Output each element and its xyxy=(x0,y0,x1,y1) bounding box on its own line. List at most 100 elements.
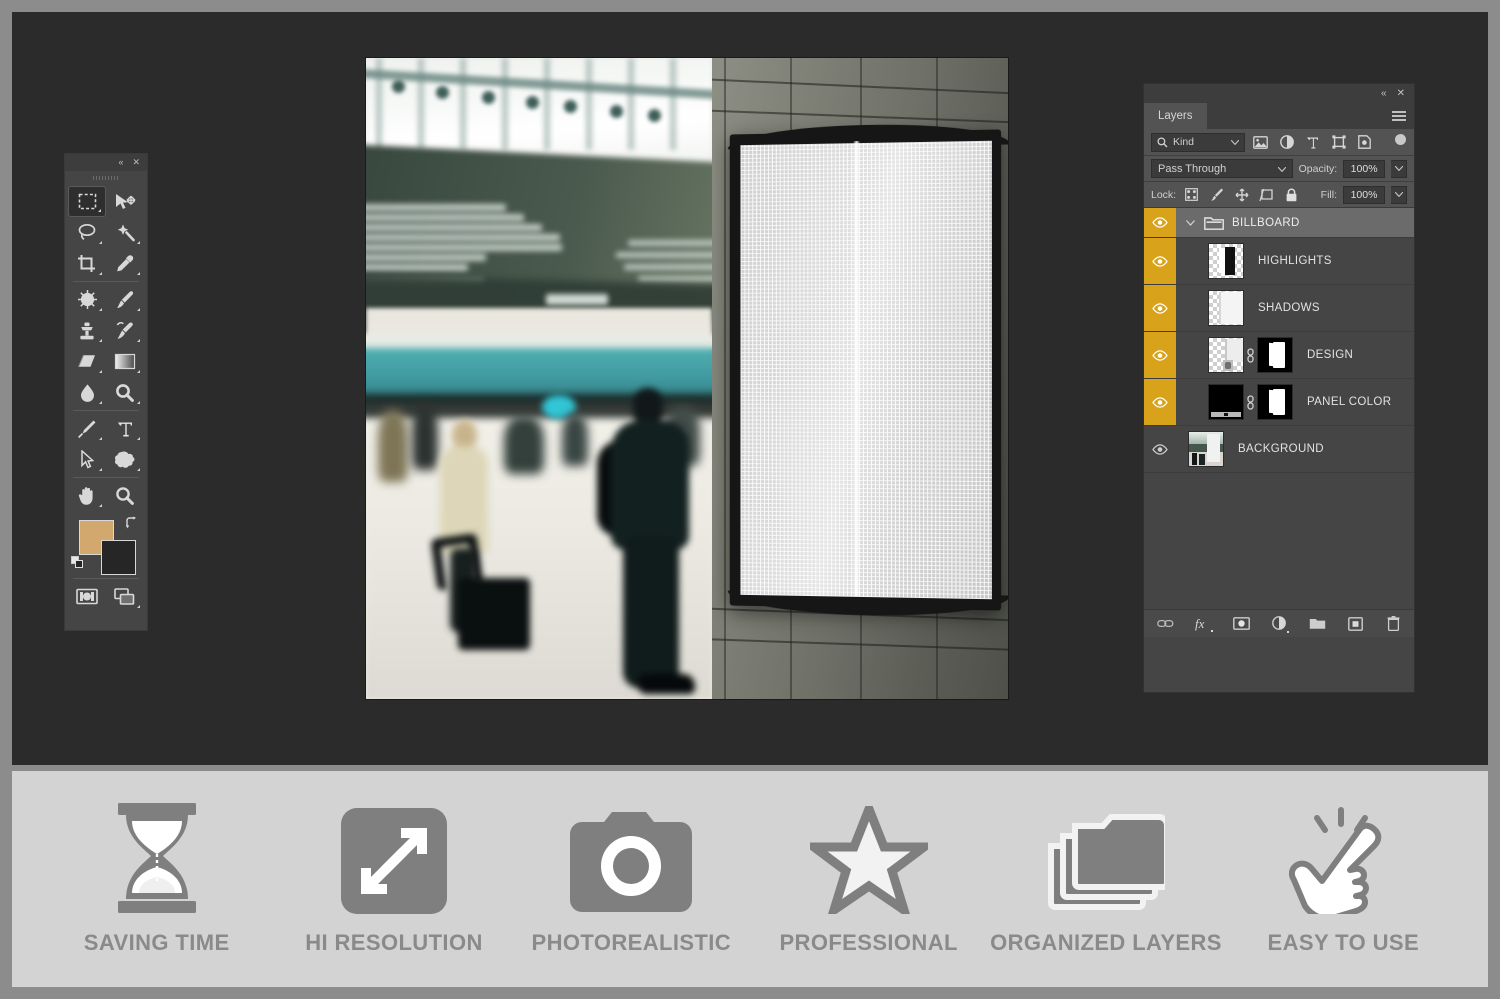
magic-wand-tool[interactable] xyxy=(106,217,144,248)
quick-mask-mode-icon[interactable] xyxy=(68,581,106,612)
billboard-panel[interactable] xyxy=(730,129,1001,610)
feature-label: PROFESSIONAL xyxy=(779,930,957,956)
spot-healing-brush-tool[interactable] xyxy=(68,284,106,315)
filter-kind-select[interactable]: Kind xyxy=(1151,133,1245,152)
fill-value[interactable]: 100% xyxy=(1343,186,1385,204)
type-tool[interactable] xyxy=(106,413,144,444)
layers-panel-footer: fx xyxy=(1144,609,1414,637)
type-filter-icon[interactable] xyxy=(1302,133,1323,152)
adjustment-filter-icon[interactable] xyxy=(1276,133,1297,152)
resize-arrows-icon xyxy=(341,802,447,914)
move-tool[interactable] xyxy=(106,186,144,217)
smart-object-filter-icon[interactable] xyxy=(1354,133,1375,152)
new-adjustment-layer-icon[interactable] xyxy=(1270,615,1288,633)
blend-mode-select[interactable]: Pass Through xyxy=(1151,159,1293,178)
layer-name: BACKGROUND xyxy=(1238,443,1324,455)
layer-visibility-toggle[interactable] xyxy=(1144,238,1176,284)
layer-thumbnail[interactable] xyxy=(1208,290,1244,326)
layer-visibility-toggle[interactable] xyxy=(1144,285,1176,331)
layer-mask-thumbnail[interactable] xyxy=(1257,337,1293,373)
layer-row-design[interactable]: DESIGN xyxy=(1144,332,1414,379)
new-layer-icon[interactable] xyxy=(1346,615,1364,633)
custom-shape-tool[interactable] xyxy=(106,444,144,475)
layer-row-panel-color[interactable]: PANEL COLOR xyxy=(1144,379,1414,426)
rectangular-marquee-tool[interactable] xyxy=(68,186,106,217)
layers-collapse-icon[interactable]: « xyxy=(1381,89,1387,99)
blur-tool[interactable] xyxy=(68,377,106,408)
layer-thumbnail[interactable] xyxy=(1208,384,1244,420)
history-brush-tool[interactable] xyxy=(106,315,144,346)
layer-mask-link-icon[interactable] xyxy=(1244,348,1257,363)
layer-visibility-toggle[interactable] xyxy=(1144,208,1176,237)
layers-close-icon[interactable]: ✕ xyxy=(1397,89,1405,99)
opacity-value[interactable]: 100% xyxy=(1343,160,1385,178)
screen-mode-icon[interactable] xyxy=(106,581,144,612)
clone-stamp-tool[interactable] xyxy=(68,315,106,346)
layer-name: SHADOWS xyxy=(1258,302,1320,314)
hand-tool[interactable] xyxy=(68,480,106,511)
layer-row-billboard[interactable]: BILLBOARD xyxy=(1144,208,1414,238)
feature-label: SAVING TIME xyxy=(84,930,230,956)
layer-visibility-toggle[interactable] xyxy=(1144,332,1176,378)
lasso-tool[interactable] xyxy=(68,217,106,248)
layer-thumbnail[interactable] xyxy=(1208,243,1244,279)
layer-style-fx-icon[interactable]: fx xyxy=(1194,615,1212,633)
photoshop-workspace: « ✕ xyxy=(12,12,1488,765)
pixel-filter-icon[interactable] xyxy=(1250,133,1271,152)
fill-stepper-icon[interactable] xyxy=(1391,186,1407,204)
layer-thumbnail[interactable] xyxy=(1188,431,1224,467)
search-icon xyxy=(1157,137,1168,148)
shape-filter-icon[interactable] xyxy=(1328,133,1349,152)
layer-filter-row: Kind xyxy=(1144,129,1414,156)
default-colors-icon[interactable] xyxy=(71,556,84,574)
feature-professional: PROFESSIONAL xyxy=(754,802,984,956)
layer-name: HIGHLIGHTS xyxy=(1258,255,1332,267)
delete-layer-icon[interactable] xyxy=(1384,615,1402,633)
filter-enable-toggle[interactable] xyxy=(1395,133,1407,152)
brush-tool[interactable] xyxy=(106,284,144,315)
lock-all-icon[interactable] xyxy=(1282,185,1301,204)
filter-kind-label: Kind xyxy=(1173,136,1194,148)
layer-visibility-toggle[interactable] xyxy=(1144,379,1176,425)
layer-row-background[interactable]: BACKGROUND xyxy=(1144,426,1414,473)
canvas-document[interactable] xyxy=(366,58,1008,699)
lock-image-pixels-icon[interactable] xyxy=(1207,185,1226,204)
lock-artboard-nesting-icon[interactable] xyxy=(1257,185,1276,204)
add-layer-mask-icon[interactable] xyxy=(1232,615,1250,633)
layer-visibility-toggle[interactable] xyxy=(1144,426,1176,472)
lock-transparent-pixels-icon[interactable] xyxy=(1182,185,1201,204)
opacity-stepper-icon[interactable] xyxy=(1391,160,1407,178)
gradient-tool[interactable] xyxy=(106,346,144,377)
crop-tool[interactable] xyxy=(68,248,106,279)
pen-tool[interactable] xyxy=(68,413,106,444)
layer-row-highlights[interactable]: HIGHLIGHTS xyxy=(1144,238,1414,285)
layer-thumbnail[interactable] xyxy=(1208,337,1244,373)
chevron-down-icon[interactable] xyxy=(1231,136,1239,148)
group-expand-chevron-icon[interactable] xyxy=(1176,220,1204,226)
layer-mask-link-icon[interactable] xyxy=(1244,395,1257,410)
panel-menu-icon[interactable] xyxy=(1392,111,1406,121)
lock-label: Lock: xyxy=(1151,189,1176,201)
lock-position-icon[interactable] xyxy=(1232,185,1251,204)
eye-icon xyxy=(1152,303,1168,314)
path-selection-tool[interactable] xyxy=(68,444,106,475)
tools-collapse-icon[interactable]: « xyxy=(118,158,123,167)
new-group-icon[interactable] xyxy=(1308,615,1326,633)
eyedropper-tool[interactable] xyxy=(106,248,144,279)
background-color-swatch[interactable] xyxy=(101,540,136,575)
eraser-tool[interactable] xyxy=(68,346,106,377)
dodge-tool[interactable] xyxy=(106,377,144,408)
layer-mask-thumbnail[interactable] xyxy=(1257,384,1293,420)
feature-label: ORGANIZED LAYERS xyxy=(990,930,1222,956)
link-layers-icon[interactable] xyxy=(1156,615,1174,633)
tools-close-icon[interactable]: ✕ xyxy=(132,158,140,167)
feature-label: EASY TO USE xyxy=(1268,930,1420,956)
color-swatches xyxy=(68,514,144,576)
swap-colors-icon[interactable] xyxy=(125,516,138,534)
feature-organized-layers: ORGANIZED LAYERS xyxy=(991,802,1221,956)
layer-row-shadows[interactable]: SHADOWS xyxy=(1144,285,1414,332)
tools-drag-grip[interactable] xyxy=(65,171,147,184)
chevron-down-icon[interactable] xyxy=(1278,163,1286,175)
zoom-tool[interactable] xyxy=(106,480,144,511)
tab-layers[interactable]: Layers xyxy=(1144,103,1207,129)
